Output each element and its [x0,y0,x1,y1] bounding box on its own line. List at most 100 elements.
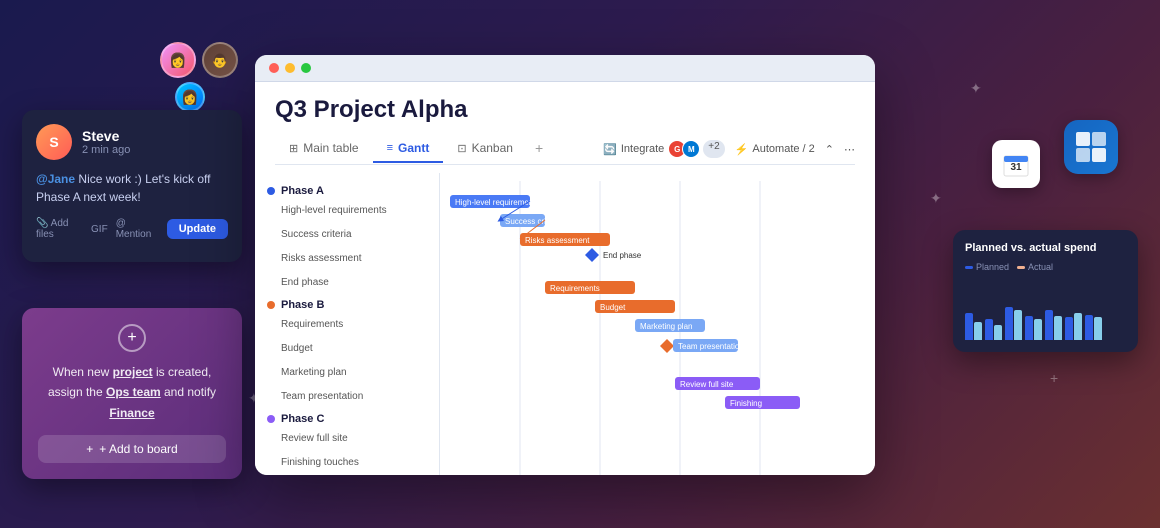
chat-actions: 📎 Add files GIF @ Mention Update [36,218,228,240]
integrate-button[interactable]: 🔄 Integrate G M +2 [603,140,725,158]
legend-planned: Planned [965,262,1009,272]
mention-btn[interactable]: @ Mention [116,218,159,240]
chevron-up-icon: ⌃ [825,143,834,156]
add-files-btn[interactable]: 📎 Add files [36,218,83,240]
task-marketing-plan: Marketing plan [255,361,439,385]
chart-card: Planned vs. actual spend Planned Actual [953,230,1138,352]
project-keyword: project [113,365,153,379]
star-decoration-3: ✦ [970,80,982,97]
bar-group-1 [965,313,982,340]
phase-b-dot [267,301,275,309]
bar-group-6 [1065,313,1082,340]
bar-end-phase-a [585,248,599,262]
kanban-icon: ⊡ [457,142,466,155]
main-table-label: Main table [303,141,358,155]
add-to-board-button[interactable]: + + Add to board [38,435,226,463]
chat-time: 2 min ago [82,144,130,156]
maximize-dot [301,63,311,73]
task-review-full-site: Review full site [255,427,439,451]
gantt-svg: High-level requirements Success criteria… [440,181,875,467]
actual-label: Actual [1028,262,1053,272]
bar-label-success-criteria: Success criteria [505,217,562,226]
kanban-label: Kanban [472,141,513,155]
actual-bar-1 [974,322,982,340]
bar-group-2 [985,319,1002,340]
automate-button[interactable]: ⚡ Automate / 2 [735,143,815,156]
task-high-level-req: High-level requirements [255,199,439,223]
integrate-label: Integrate [621,143,664,155]
bar-chart [965,280,1126,340]
bar-label-review-full-site: Review full site [680,380,734,389]
phase-b-name: Phase B [281,299,324,311]
gantt-label: Gantt [398,141,429,155]
chat-mention: @Jane [36,172,75,186]
toolbar-right: 🔄 Integrate G M +2 ⚡ Automate / 2 ⌃ ⋯ [603,140,855,158]
chart-legend: Planned Actual [965,262,1126,272]
bar-label-finishing-touches: Finishing [730,399,762,408]
avatar-1: 👩 [160,42,196,78]
planned-bar-1 [965,313,973,340]
sync-icon: 🔄 [603,143,617,156]
phase-a-dot [267,187,275,195]
actual-bar-7 [1094,317,1102,340]
phase-c-dot [267,415,275,423]
more-menu-button[interactable]: ⌃ [825,143,834,156]
star-decoration-1: ✦ [930,190,942,207]
gantt-window: Q3 Project Alpha ⊞ Main table ≡ Gantt ⊡ … [255,55,875,475]
automate-label: Automate / 2 [752,143,814,155]
gif-btn[interactable]: GIF [91,224,108,235]
task-finishing-touches: Finishing touches [255,451,439,475]
gantt-header: Q3 Project Alpha ⊞ Main table ≡ Gantt ⊡ … [255,82,875,173]
floating-avatars: 👩 👨 👩 [160,42,238,78]
avatar-2: 👨 [202,42,238,78]
chat-message: @Jane Nice work :) Let's kick off Phase … [36,170,228,206]
gantt-chart-area: High-level requirements Success criteria… [440,173,875,475]
bar-group-7 [1085,315,1102,340]
planned-bar-5 [1045,310,1053,340]
bar-team-presentation-diamond [660,339,674,353]
more-options-button[interactable]: ⋯ [844,143,855,156]
svg-text:31: 31 [1010,162,1022,173]
planned-bar-4 [1025,316,1033,340]
bar-label-requirements: Requirements [550,284,600,293]
actual-bar-2 [994,325,1002,340]
bar-label-risks-assessment: Risks assessment [525,236,590,245]
phase-a-name: Phase A [281,185,324,197]
actual-bar-3 [1014,310,1022,340]
phase-c-name: Phase C [281,413,324,425]
chat-card: S Steve 2 min ago @Jane Nice work :) Let… [22,110,242,262]
planned-dot [965,266,973,269]
update-button[interactable]: Update [167,219,228,239]
add-view-button[interactable]: + [527,134,551,164]
phase-c-label: Phase C [255,409,439,427]
tab-main-table[interactable]: ⊞ Main table [275,135,373,163]
add-to-board-icon: + [86,442,93,456]
minimize-dot [285,63,295,73]
ops-team-keyword: Ops team [106,385,161,399]
tab-gantt[interactable]: ≡ Gantt [373,135,444,163]
phase-b-label: Phase B [255,295,439,313]
bar-label-team-presentation: Team presentation [678,342,744,351]
bar-group-3 [1005,307,1022,340]
automation-text: When new project is created, assign the … [38,362,226,423]
legend-actual: Actual [1017,262,1053,272]
task-success-criteria: Success criteria [255,223,439,247]
actual-bar-5 [1054,316,1062,340]
bar-label-end-phase: End phase [603,251,642,260]
tab-kanban[interactable]: ⊡ Kanban [443,135,527,163]
integrate-avatar-2: M [682,140,700,158]
task-risks-assessment: Risks assessment [255,247,439,271]
actual-bar-6 [1074,313,1082,340]
add-to-board-label: + Add to board [99,442,177,456]
chart-title: Planned vs. actual spend [965,242,1126,254]
planned-bar-6 [1065,317,1073,340]
avatar-stack: G M +2 [668,140,724,158]
chat-avatar: S [36,124,72,160]
main-table-icon: ⊞ [289,142,298,155]
task-budget: Budget [255,337,439,361]
window-titlebar [255,55,875,82]
planned-label: Planned [976,262,1009,272]
gantt-tabs: ⊞ Main table ≡ Gantt ⊡ Kanban + 🔄 Integr… [275,134,855,165]
chat-username: Steve [82,128,130,144]
integrate-more: +2 [703,140,724,158]
